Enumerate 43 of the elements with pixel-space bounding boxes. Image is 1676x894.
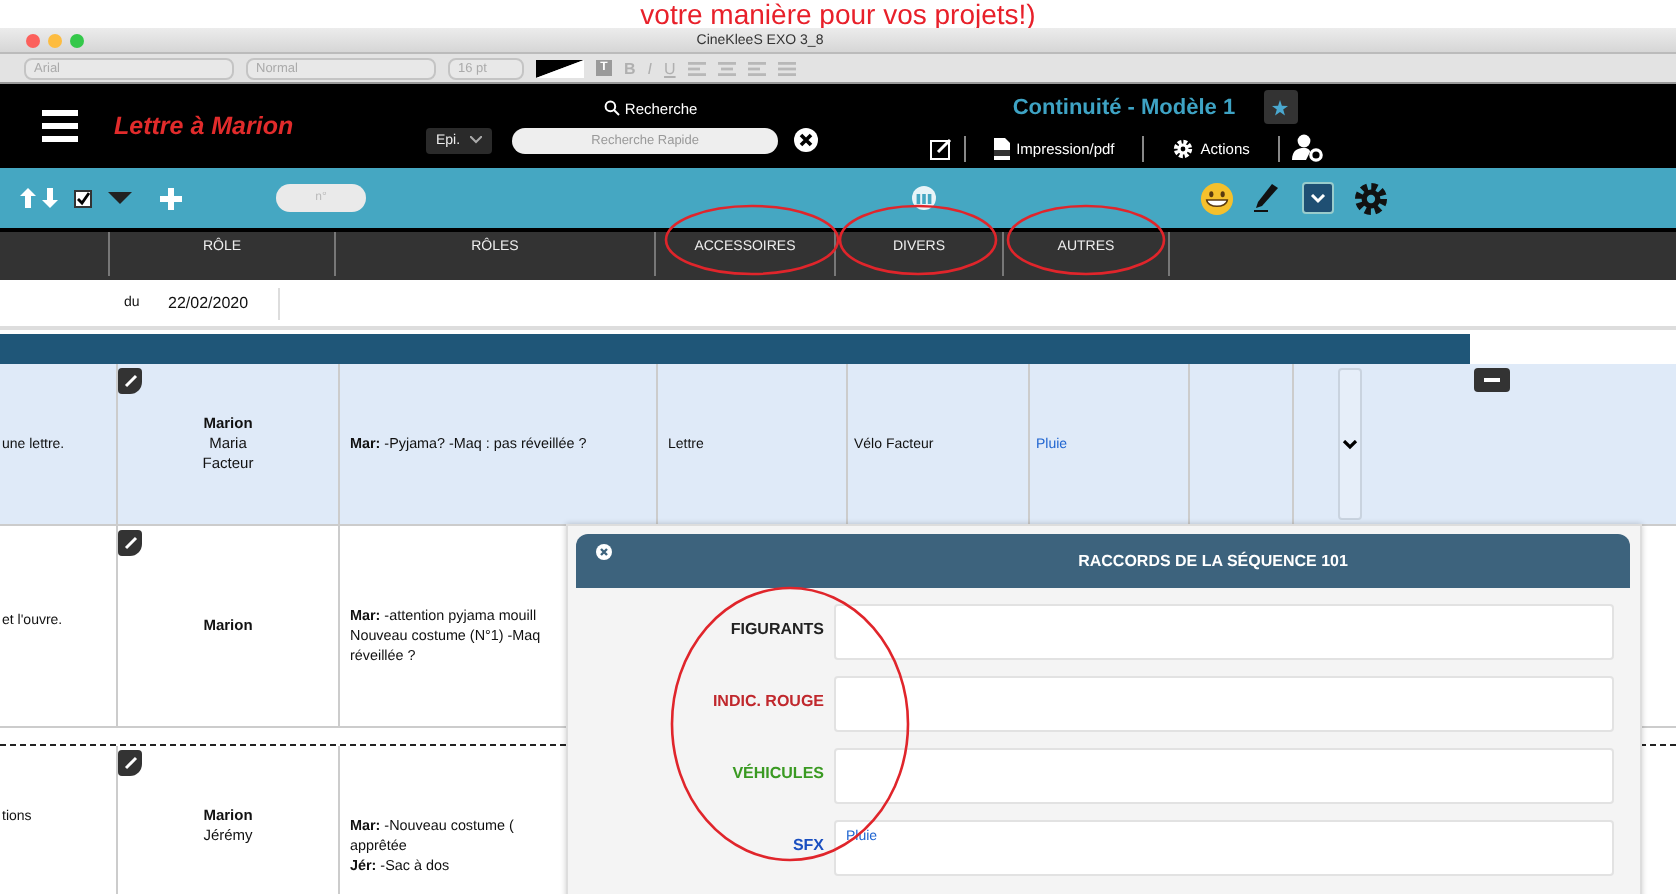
input-field[interactable] <box>834 676 1614 732</box>
group-icon[interactable] <box>912 186 936 210</box>
settings-icon[interactable] <box>1354 181 1388 215</box>
pencil-icon <box>123 756 137 770</box>
input-field[interactable] <box>834 604 1614 660</box>
date-value: 22/02/2020 <box>168 287 280 319</box>
menu-icon[interactable] <box>42 110 78 142</box>
model-title: Continuité - Modèle 1 <box>1012 95 1236 119</box>
add-icon[interactable] <box>160 187 182 209</box>
field-label: INDIC. ROUGE <box>710 690 824 712</box>
document-title: Lettre à Marion <box>114 112 296 140</box>
field-label: VÉHICULES <box>730 761 824 784</box>
clear-icon[interactable] <box>794 128 819 152</box>
smiley-icon[interactable] <box>1200 181 1234 215</box>
favorite-button[interactable] <box>1263 90 1298 124</box>
user-settings-icon[interactable] <box>1291 134 1324 162</box>
edit-button[interactable] <box>118 368 142 394</box>
star-icon <box>1272 99 1289 115</box>
chevron-down-icon <box>1310 193 1326 203</box>
caret-icon[interactable] <box>108 192 132 204</box>
popup-title: RACCORDS DE LA SÉQUENCE 101 <box>1078 552 1348 570</box>
edit-icon[interactable] <box>930 137 953 159</box>
search-icon <box>604 100 621 116</box>
pen-icon[interactable] <box>1254 184 1278 212</box>
gear-icon <box>1172 137 1195 159</box>
caret-icon <box>470 136 483 144</box>
edit-button[interactable] <box>118 530 142 556</box>
chevron-down-icon <box>1342 439 1358 449</box>
edit-button[interactable] <box>118 750 142 776</box>
pdf-icon <box>994 137 1011 159</box>
pencil-icon <box>123 536 137 550</box>
select-checkbox[interactable] <box>74 189 92 207</box>
pencil-icon <box>123 374 137 388</box>
dropdown-button[interactable] <box>1302 182 1334 214</box>
annotation-text: votre manière pour vos projets!) <box>640 0 1036 28</box>
field-label: FIGURANTS <box>728 618 824 640</box>
dash-icon <box>1484 378 1500 382</box>
input-field[interactable] <box>834 748 1614 804</box>
field-label: SFX <box>790 834 824 856</box>
more-button[interactable] <box>1474 368 1510 392</box>
close-icon[interactable] <box>596 544 612 560</box>
color-swatch-icon[interactable] <box>536 59 584 77</box>
sort-arrows-icon[interactable] <box>20 188 60 208</box>
